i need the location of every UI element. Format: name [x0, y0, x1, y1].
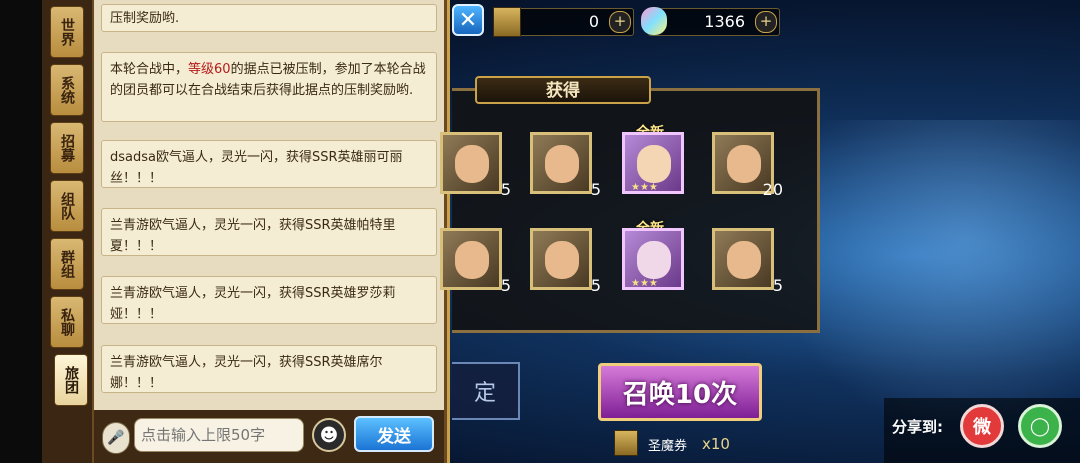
hero-count: 5 [590, 276, 601, 295]
hero-count: 5 [500, 276, 511, 295]
chat-tabs: 世界 系统 招募 组队 群组 私聊 旅团 [42, 0, 92, 463]
add-gem-button[interactable]: + [755, 11, 777, 33]
tab-group[interactable]: 群组 [50, 238, 84, 290]
left-edge [0, 0, 42, 463]
emoji-icon[interactable]: ☻ [312, 418, 346, 452]
message-text: 兰青游欧气逼人，灵光一闪，获得SSR英雄帕特里夏！！！ [110, 218, 396, 254]
share-bar: 分享到: 微 ◯ [884, 398, 1080, 463]
hero-card[interactable]: 5 [712, 228, 783, 295]
weibo-icon[interactable]: 微 [960, 404, 1004, 448]
hero-card[interactable]: ★★★ [622, 132, 684, 194]
tab-team[interactable]: 组队 [50, 180, 84, 232]
tab-world[interactable]: 世界 [50, 6, 84, 58]
hero-count: 5 [590, 180, 601, 199]
gem-value: 1366 [704, 12, 745, 31]
hero-portrait [545, 145, 579, 183]
tab-system[interactable]: 系统 [50, 64, 84, 116]
hero-portrait [455, 145, 489, 183]
hero-count: 5 [772, 276, 783, 295]
message-item: 压制奖励哟. [101, 4, 437, 32]
ticket-value: 0 [588, 12, 599, 31]
message-text: 压制奖励哟. [110, 11, 180, 26]
hero-card[interactable]: 5 [530, 132, 601, 199]
tab-guild[interactable]: 旅团 [54, 354, 88, 406]
message-text: 兰青游欧气逼人，灵光一闪，获得SSR英雄罗莎莉娅！！！ [110, 286, 396, 322]
ticket-name: 圣魔券 [648, 439, 688, 454]
message-text: dsadsa欧气逼人，灵光一闪，获得SSR英雄丽可丽丝！！！ [110, 150, 403, 186]
message-item: 兰青游欧气逼人，灵光一闪，获得SSR英雄帕特里夏！！！ [101, 208, 437, 256]
gem-icon [641, 7, 667, 35]
hero-stars: ★★★ [631, 182, 658, 193]
ticket-count: x10 [702, 435, 730, 453]
message-item: dsadsa欧气逼人，灵光一闪，获得SSR英雄丽可丽丝！！！ [101, 140, 437, 188]
wechat-icon[interactable]: ◯ [1018, 404, 1062, 448]
confirm-button[interactable]: 定 [452, 362, 520, 420]
hero-card[interactable]: 5 [440, 228, 511, 295]
hero-card[interactable]: ★★★ [622, 228, 684, 290]
hero-card[interactable]: 20 [712, 132, 783, 199]
message-highlight: 等级60 [188, 62, 231, 77]
microphone-icon[interactable]: 🎤 [102, 422, 130, 454]
message-item: 兰青游欧气逼人，灵光一闪，获得SSR英雄罗莎莉娅！！！ [101, 276, 437, 324]
hero-stars: ★★★ [631, 278, 658, 289]
ticket-icon [493, 7, 521, 37]
chat-input[interactable] [134, 418, 304, 452]
hero-card[interactable]: 5 [440, 132, 511, 199]
ticket-cost: 圣魔券 x10 [614, 430, 754, 456]
tab-recruit[interactable]: 招募 [50, 122, 84, 174]
hero-count: 20 [762, 180, 783, 199]
gem-currency: 1366 + [641, 7, 780, 36]
hero-portrait [727, 145, 761, 183]
ticket-icon [614, 430, 638, 456]
obtained-title: 获得 [475, 76, 651, 104]
hero-count: 5 [500, 180, 511, 199]
send-button[interactable]: 发送 [354, 416, 434, 452]
message-text: 本轮合战中， [110, 62, 189, 77]
summon-10-button[interactable]: 召唤10次 [598, 363, 762, 421]
message-item: 兰青游欧气逼人，灵光一闪，获得SSR英雄席尔娜！！！ [101, 345, 437, 393]
hero-portrait [727, 241, 761, 279]
hero-portrait [455, 241, 489, 279]
close-icon[interactable]: ✕ [452, 4, 484, 36]
hero-portrait [637, 241, 671, 279]
chat-panel: 世界 系统 招募 组队 群组 私聊 旅团 压制奖励哟. 本轮合战中，等级60的据… [42, 0, 450, 463]
message-item: 本轮合战中，等级60的据点已被压制，参加了本轮合战的团员都可以在合战结束后获得此… [101, 52, 437, 122]
ticket-currency: 0 + [493, 7, 634, 37]
message-list[interactable]: 压制奖励哟. 本轮合战中，等级60的据点已被压制，参加了本轮合战的团员都可以在合… [94, 0, 444, 410]
hero-portrait [545, 241, 579, 279]
hero-card[interactable]: 5 [530, 228, 601, 295]
hero-portrait [637, 145, 671, 183]
message-text: 兰青游欧气逼人，灵光一闪，获得SSR英雄席尔娜！！！ [110, 355, 383, 391]
add-ticket-button[interactable]: + [609, 11, 631, 33]
tab-private[interactable]: 私聊 [50, 296, 84, 348]
share-label: 分享到: [892, 418, 943, 436]
chat-input-row: 🎤 ☻ 发送 [94, 410, 444, 463]
